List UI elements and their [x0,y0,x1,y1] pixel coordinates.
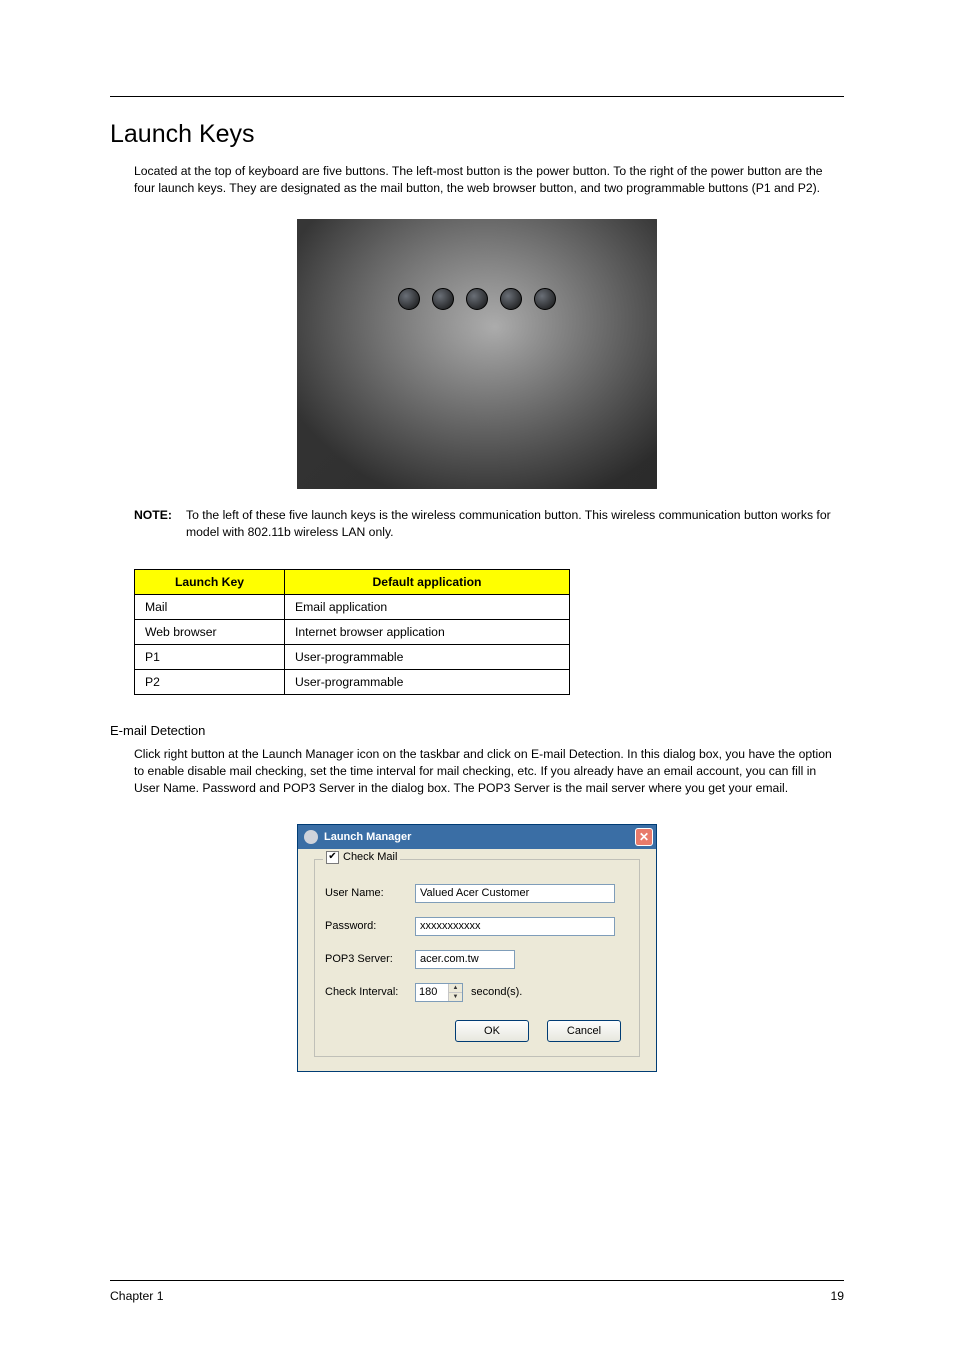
intro-paragraph: Located at the top of keyboard are five … [134,163,844,197]
table-row: Mail Email application [135,595,570,620]
p2-button-icon [534,288,556,310]
interval-suffix: second(s). [471,986,522,998]
power-button-icon [398,288,420,310]
table-cell: Internet browser application [285,620,570,645]
footer-left: Chapter 1 [110,1289,164,1303]
dialog-button-row: OK Cancel [325,1020,629,1042]
table-header-cell: Default application [285,570,570,595]
table-header-row: Launch Key Default application [135,570,570,595]
user-name-input[interactable] [415,884,615,903]
password-row: Password: [325,917,629,936]
web-button-icon [466,288,488,310]
mail-button-icon [432,288,454,310]
password-label: Password: [325,920,407,932]
pop3-label: POP3 Server: [325,953,407,965]
user-name-label: User Name: [325,887,407,899]
footer-right: 19 [830,1289,844,1303]
password-input[interactable] [415,917,615,936]
chevron-up-icon[interactable]: ▲ [449,984,462,993]
pop3-row: POP3 Server: [325,950,629,969]
dialog-title-text: Launch Manager [324,831,411,843]
table-cell: P1 [135,645,285,670]
table-cell: Email application [285,595,570,620]
launch-manager-dialog: Launch Manager ✕ ✔ Check Mail User Name:… [297,824,657,1072]
note-text: To the left of these five launch keys is… [186,507,844,541]
table-row: P2 User-programmable [135,670,570,695]
interval-label: Check Interval: [325,986,407,998]
dialog-body: ✔ Check Mail User Name: Password: POP3 S… [298,849,656,1071]
fieldset-legend: ✔ Check Mail [323,851,400,864]
subparagraph: Click right button at the Launch Manager… [134,746,844,797]
table-row: Web browser Internet browser application [135,620,570,645]
user-name-row: User Name: [325,884,629,903]
chevron-down-icon[interactable]: ▼ [449,993,462,1001]
check-mail-label: Check Mail [343,851,397,863]
interval-input[interactable] [416,984,448,1001]
close-button[interactable]: ✕ [635,828,653,846]
pop3-input[interactable] [415,950,515,969]
table-cell: User-programmable [285,670,570,695]
app-icon [304,830,318,844]
top-rule [110,96,844,97]
launch-key-table: Launch Key Default application Mail Emai… [134,569,570,695]
check-mail-fieldset: ✔ Check Mail User Name: Password: POP3 S… [314,859,640,1057]
subheading-email-detection: E-mail Detection [110,723,844,738]
dialog-titlebar[interactable]: Launch Manager ✕ [298,825,656,849]
table-row: P1 User-programmable [135,645,570,670]
close-icon: ✕ [639,831,649,843]
spinner-buttons[interactable]: ▲ ▼ [448,984,462,1001]
table-cell: P2 [135,670,285,695]
table-cell: User-programmable [285,645,570,670]
page-footer: Chapter 1 19 [110,1280,844,1303]
section-title: Launch Keys [110,120,844,149]
note-label: NOTE: [134,507,186,541]
ok-button[interactable]: OK [455,1020,529,1042]
interval-spinner[interactable]: ▲ ▼ [415,983,463,1002]
interval-row: Check Interval: ▲ ▼ second(s). [325,983,629,1002]
p1-button-icon [500,288,522,310]
laptop-figure [297,219,657,489]
check-mail-checkbox[interactable]: ✔ [326,851,339,864]
cancel-button[interactable]: Cancel [547,1020,621,1042]
note-block: NOTE: To the left of these five launch k… [134,507,844,541]
table-cell: Web browser [135,620,285,645]
table-cell: Mail [135,595,285,620]
table-header-cell: Launch Key [135,570,285,595]
